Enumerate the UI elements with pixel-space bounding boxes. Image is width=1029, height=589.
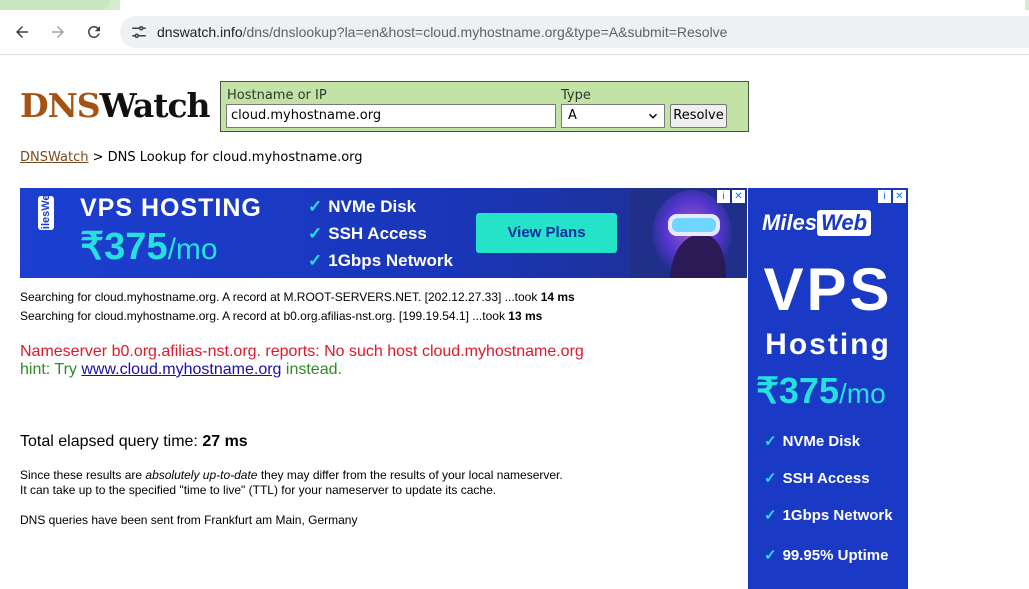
url-host: dnswatch.info [157, 24, 243, 40]
browser-toolbar: dnswatch.info/dns/dnslookup?la=en&host=c… [0, 10, 1029, 55]
hint-link[interactable]: www.cloud.myhostname.org [81, 361, 281, 378]
back-button[interactable] [10, 20, 34, 44]
search-line-text: Searching for cloud.myhostname.org. A re… [20, 309, 509, 323]
side-ad-price: ₹375/mo [756, 370, 886, 412]
close-ad-icon[interactable]: ✕ [893, 190, 906, 203]
forward-button[interactable] [46, 20, 70, 44]
ad-headline: VPS HOSTING [80, 194, 262, 222]
logo-web: Web [817, 210, 872, 236]
logo-miles: Miles [762, 210, 818, 235]
check-icon: ✓ [764, 470, 777, 487]
hostname-label: Hostname or IP [227, 88, 327, 103]
arrow-left-icon [16, 26, 28, 38]
ad-feature-label: 1Gbps Network [328, 251, 453, 270]
view-plans-button[interactable]: View Plans [476, 213, 617, 253]
milesweb-logo-vertical: MilesWeb [38, 194, 54, 238]
hint-message: hint: Try www.cloud.myhostname.org inste… [20, 361, 342, 379]
check-icon: ✓ [764, 507, 777, 524]
url-path: /dns/dnslookup?la=en&host=cloud.myhostna… [242, 24, 728, 40]
ad-price-value: ₹375 [80, 226, 168, 268]
side-ad-price-period: /mo [838, 378, 886, 409]
ad-price-period: /mo [167, 233, 218, 266]
search-line-text: Searching for cloud.myhostname.org. A re… [20, 290, 541, 304]
active-tab[interactable] [120, 0, 1025, 10]
milesweb-logo: Miles Web [762, 210, 872, 236]
reload-icon [87, 25, 100, 38]
site-info-icon[interactable] [130, 23, 148, 41]
side-ad-price-value: ₹375 [756, 370, 839, 411]
ad-features: ✓ NVMe Disk ✓ SSH Access ✓ 1Gbps Network [308, 196, 453, 277]
resolve-button[interactable]: Resolve [670, 104, 727, 128]
side-ad-hosting: Hosting [765, 328, 891, 361]
note-line: Since these results are absolutely up-to… [20, 468, 563, 482]
check-icon: ✓ [308, 224, 323, 243]
adchoices-icon[interactable]: i [717, 190, 730, 203]
hostname-input[interactable]: cloud.myhostname.org [226, 104, 556, 128]
side-ad-vps: VPS [763, 256, 893, 323]
elapsed-label: Total elapsed query time: [20, 433, 203, 450]
breadcrumb-home-link[interactable]: DNSWatch [20, 150, 88, 165]
error-message: Nameserver b0.org.afilias-nst.org. repor… [20, 343, 584, 360]
type-select-value: A [568, 108, 577, 123]
type-label: Type [561, 88, 591, 103]
note-line: DNS queries have been sent from Frankfur… [20, 513, 358, 527]
breadcrumb: DNSWatch > DNS Lookup for cloud.myhostna… [20, 150, 363, 165]
side-ad-feature: ✓ 99.95% Uptime [764, 546, 888, 564]
reload-button[interactable] [82, 20, 106, 44]
ad-feature-label: NVMe Disk [328, 197, 417, 216]
ad-price: ₹375/mo [80, 224, 218, 269]
side-ad-feature-label: SSH Access [782, 470, 870, 487]
milesweb-logo-text: MilesWeb [40, 194, 52, 238]
search-line: Searching for cloud.myhostname.org. A re… [20, 290, 575, 304]
note-text: Since these results are [20, 468, 146, 482]
inactive-tab[interactable] [0, 0, 110, 10]
hint-suffix: instead. [281, 361, 342, 378]
side-ad-feature-label: NVMe Disk [782, 433, 861, 450]
note-line: It can take up to the specified "time to… [20, 483, 497, 497]
elapsed-time: Total elapsed query time: 27 ms [20, 433, 248, 451]
side-ad-feature: ✓ SSH Access [764, 469, 870, 487]
close-ad-icon[interactable]: ✕ [732, 190, 745, 203]
logo-watch: Watch [99, 86, 211, 125]
lookup-form: Hostname or IP Type cloud.myhostname.org… [220, 81, 749, 132]
side-ad-feature-label: 1Gbps Network [782, 507, 893, 524]
type-select[interactable]: A [561, 104, 665, 128]
search-line-time: 14 ms [540, 290, 575, 304]
arrow-right-icon [52, 26, 64, 38]
ad-feature: ✓ 1Gbps Network [308, 250, 453, 277]
tab-strip [0, 0, 1029, 10]
check-icon: ✓ [764, 547, 777, 564]
check-icon: ✓ [764, 433, 777, 450]
side-ad-feature: ✓ 1Gbps Network [764, 506, 893, 524]
side-ad-feature: ✓ NVMe Disk [764, 432, 860, 450]
site-logo[interactable]: DNSWatch [20, 86, 211, 125]
ad-feature: ✓ NVMe Disk [308, 196, 453, 223]
search-line-time: 13 ms [508, 309, 543, 323]
ad-feature-label: SSH Access [328, 224, 427, 243]
check-icon: ✓ [308, 197, 323, 216]
check-icon: ✓ [308, 251, 323, 270]
logo-dns: DNS [20, 86, 101, 125]
search-line: Searching for cloud.myhostname.org. A re… [20, 309, 542, 323]
url-text[interactable]: dnswatch.info/dns/dnslookup?la=en&host=c… [157, 24, 727, 40]
ad-feature: ✓ SSH Access [308, 223, 453, 250]
note-text: they may differ from the results of your… [257, 468, 563, 482]
elapsed-value: 27 ms [202, 433, 248, 450]
breadcrumb-current: DNS Lookup for cloud.myhostname.org [107, 150, 363, 165]
adchoices-icon[interactable]: i [878, 190, 891, 203]
banner-ad[interactable]: MilesWeb VPS HOSTING ₹375/mo ✓ NVMe Disk … [20, 188, 747, 278]
note-emphasis: absolutely up-to-date [145, 468, 258, 482]
address-bar[interactable]: dnswatch.info/dns/dnslookup?la=en&host=c… [120, 16, 1029, 48]
side-ad[interactable]: i ✕ Miles Web VPS Hosting ₹375/mo ✓ NVMe D… [748, 188, 908, 589]
chevron-down-icon [648, 113, 658, 119]
side-ad-feature-label: 99.95% Uptime [782, 547, 889, 564]
hint-prefix: hint: Try [20, 361, 82, 378]
breadcrumb-separator: > [92, 150, 104, 165]
